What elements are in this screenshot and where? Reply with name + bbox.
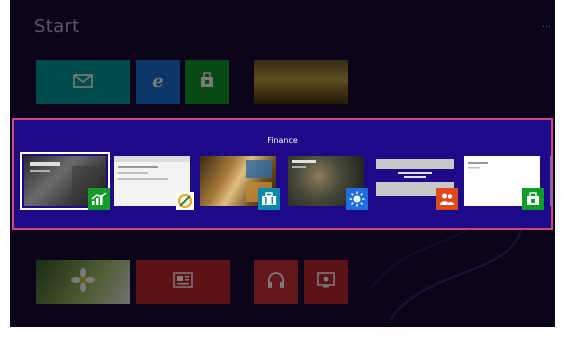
app-thumbnail-explorer[interactable] — [114, 156, 194, 210]
app-thumbnail-weather[interactable] — [288, 156, 368, 210]
user-name[interactable]: … — [542, 20, 551, 30]
store-tile[interactable] — [185, 60, 229, 104]
mail-icon — [73, 73, 93, 92]
app-thumbnail-travel[interactable] — [200, 156, 280, 210]
app-switcher: Finance — [12, 118, 553, 230]
internet-explorer-tile[interactable]: e — [136, 60, 180, 104]
explorer-icon — [176, 192, 194, 210]
travel-suitcase-icon — [258, 188, 280, 210]
store-icon — [199, 72, 215, 92]
switcher-title: Finance — [267, 136, 298, 145]
people-icon — [436, 188, 458, 210]
mail-tile[interactable] — [36, 60, 130, 104]
app-thumbnail-finance[interactable] — [20, 152, 110, 210]
video-icon — [317, 272, 335, 292]
flower-photo-tile[interactable] — [36, 260, 130, 304]
news-icon — [173, 272, 193, 292]
internet-explorer-icon: e — [152, 71, 164, 92]
headphones-icon — [266, 271, 286, 293]
weather-sun-icon — [346, 188, 368, 210]
store-bag-icon — [522, 188, 544, 210]
video-tile[interactable] — [304, 260, 348, 304]
photos-tile[interactable] — [254, 60, 348, 104]
app-thumbnail-store[interactable] — [464, 156, 544, 210]
news-tile[interactable] — [136, 260, 230, 304]
start-title: Start — [34, 16, 80, 37]
finance-chart-icon — [88, 188, 110, 210]
flower-icon — [70, 267, 96, 297]
app-thumbnail-more[interactable] — [550, 156, 551, 206]
app-thumbnail-people[interactable] — [376, 156, 458, 210]
music-tile[interactable] — [254, 260, 298, 304]
